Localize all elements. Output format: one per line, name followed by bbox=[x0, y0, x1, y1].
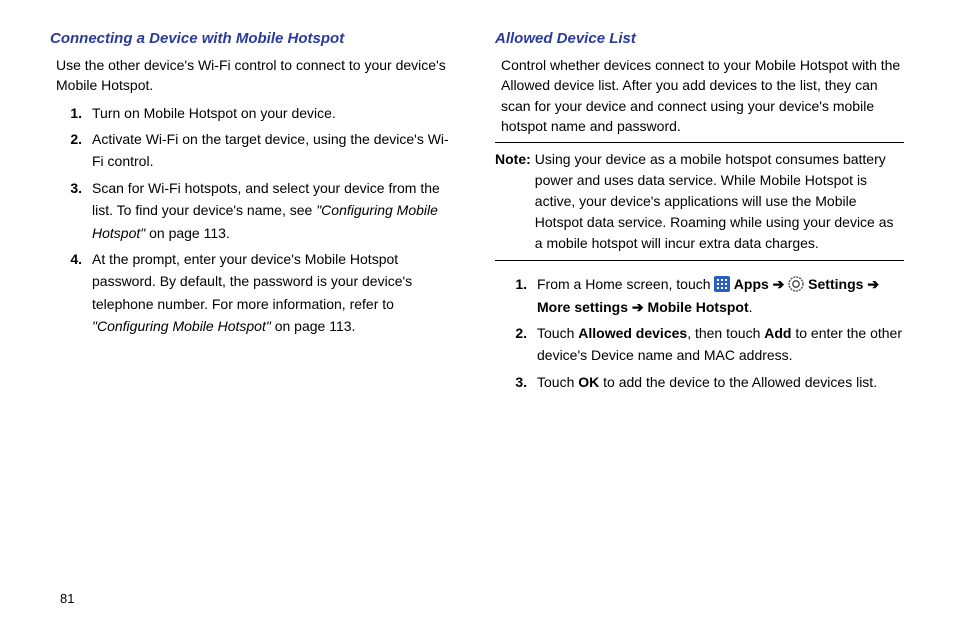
step-text: At the prompt, enter your device's Mobil… bbox=[92, 248, 459, 338]
ok-label: OK bbox=[578, 374, 599, 390]
right-intro: Control whether devices connect to your … bbox=[501, 55, 904, 136]
add-label: Add bbox=[764, 325, 791, 341]
text-part: on page 113. bbox=[271, 318, 356, 334]
arrow-icon: ➔ bbox=[867, 276, 879, 292]
text-part: to add the device to the Allowed devices… bbox=[599, 374, 877, 390]
left-step-3: Scan for Wi-Fi hotspots, and select your… bbox=[56, 177, 459, 244]
cross-ref: "Configuring Mobile Hotspot" bbox=[92, 318, 271, 334]
left-step-2: Activate Wi-Fi on the target device, usi… bbox=[56, 128, 459, 173]
apps-label: Apps bbox=[730, 276, 772, 292]
left-step-4: At the prompt, enter your device's Mobil… bbox=[56, 248, 459, 338]
settings-label: Settings bbox=[804, 276, 867, 292]
right-step-1: From a Home screen, touch Apps ➔ Setting… bbox=[501, 273, 904, 318]
text-part: From a Home screen, touch bbox=[537, 276, 714, 292]
step-text: Scan for Wi-Fi hotspots, and select your… bbox=[92, 177, 459, 244]
note-text: Using your device as a mobile hotspot co… bbox=[535, 149, 904, 254]
text-part: . bbox=[749, 299, 753, 315]
step-text: Touch OK to add the device to the Allowe… bbox=[537, 371, 904, 393]
more-settings-label: More settings bbox=[537, 299, 632, 315]
right-column: Allowed Device List Control whether devi… bbox=[495, 30, 904, 397]
step-text: Turn on Mobile Hotspot on your device. bbox=[92, 102, 459, 124]
arrow-icon: ➔ bbox=[632, 299, 648, 315]
text-part: At the prompt, enter your device's Mobil… bbox=[92, 251, 412, 312]
right-steps: From a Home screen, touch Apps ➔ Setting… bbox=[501, 273, 904, 393]
mobile-hotspot-label: Mobile Hotspot bbox=[648, 299, 749, 315]
note-label: Note: bbox=[495, 149, 535, 254]
left-column: Connecting a Device with Mobile Hotspot … bbox=[50, 30, 459, 397]
page-number: 81 bbox=[60, 591, 74, 606]
left-step-1: Turn on Mobile Hotspot on your device. bbox=[56, 102, 459, 124]
step-text: Activate Wi-Fi on the target device, usi… bbox=[92, 128, 459, 173]
right-title: Allowed Device List bbox=[495, 30, 904, 47]
text-part: , then touch bbox=[687, 325, 764, 341]
step-text: From a Home screen, touch Apps ➔ Setting… bbox=[537, 273, 904, 318]
right-step-2: Touch Allowed devices, then touch Add to… bbox=[501, 322, 904, 367]
left-title: Connecting a Device with Mobile Hotspot bbox=[50, 30, 459, 47]
allowed-devices-label: Allowed devices bbox=[578, 325, 687, 341]
left-steps: Turn on Mobile Hotspot on your device. A… bbox=[56, 102, 459, 338]
text-part: Touch bbox=[537, 374, 578, 390]
note-block: Note: Using your device as a mobile hots… bbox=[495, 142, 904, 261]
arrow-icon: ➔ bbox=[773, 276, 789, 292]
text-part: on page 113. bbox=[145, 225, 230, 241]
right-step-3: Touch OK to add the device to the Allowe… bbox=[501, 371, 904, 393]
left-intro: Use the other device's Wi-Fi control to … bbox=[56, 55, 459, 96]
apps-icon bbox=[714, 276, 730, 292]
step-text: Touch Allowed devices, then touch Add to… bbox=[537, 322, 904, 367]
text-part: Touch bbox=[537, 325, 578, 341]
page-columns: Connecting a Device with Mobile Hotspot … bbox=[50, 30, 904, 397]
settings-icon bbox=[788, 276, 804, 292]
